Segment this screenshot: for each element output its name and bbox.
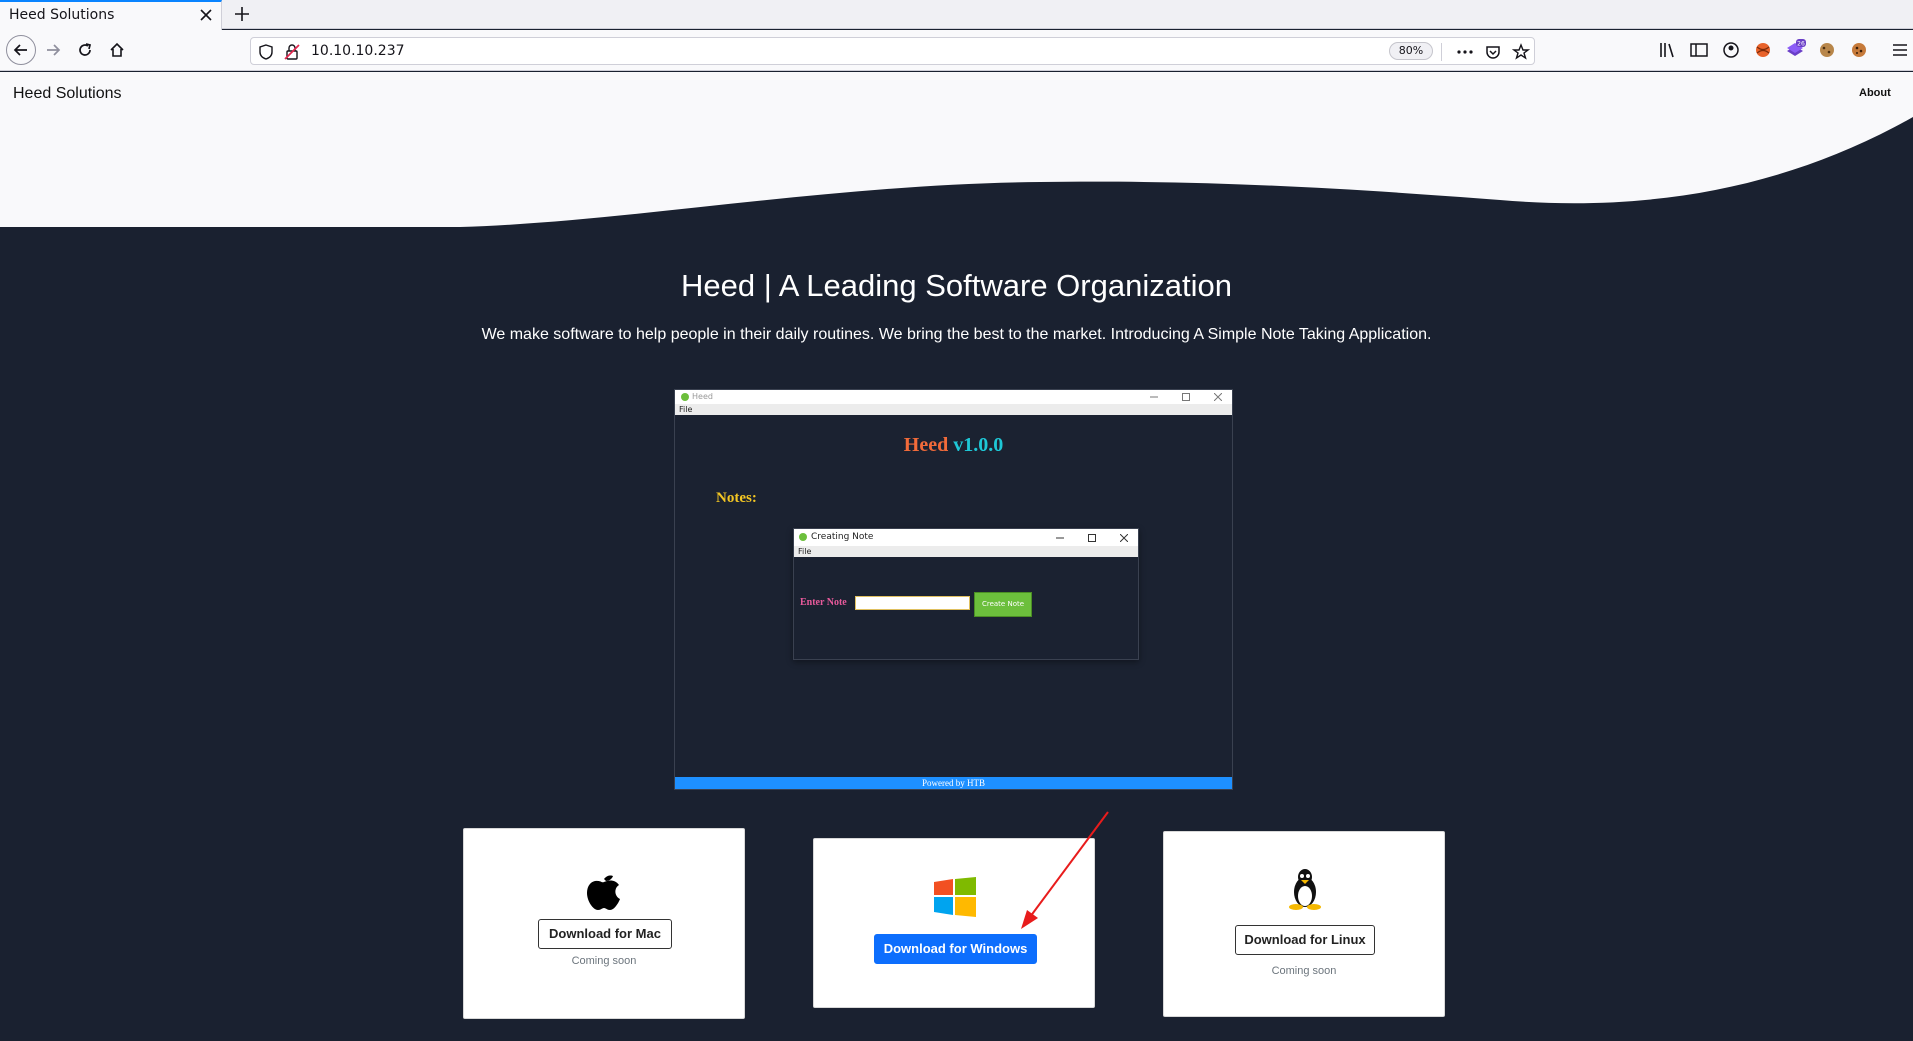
windows-download-card: Download for Windows: [813, 838, 1095, 1008]
note-input-preview: [855, 596, 970, 610]
create-note-button-preview: Create Note: [974, 592, 1032, 617]
reload-icon: [79, 43, 92, 56]
page-body: Heed Solutions About Heed | A Leading So…: [0, 72, 1913, 1041]
shield-icon[interactable]: [257, 43, 275, 61]
app-screenshot: Heed File Heed v1.0.0 Notes: Creating No…: [674, 389, 1233, 790]
app-logo-icon: [681, 393, 689, 401]
extension-ball-icon[interactable]: [1752, 39, 1774, 61]
address-bar[interactable]: 10.10.10.237 80%: [250, 37, 1535, 65]
linux-download-card: Download for Linux Coming soon: [1163, 831, 1445, 1017]
app-logo-icon: [799, 533, 807, 541]
tab-title: Heed Solutions: [9, 7, 115, 23]
dialog-menubar: File: [794, 546, 1138, 557]
mac-download-card: Download for Mac Coming soon: [463, 828, 745, 1019]
close-icon: [1214, 393, 1222, 401]
cookie-icon[interactable]: [1816, 39, 1838, 61]
app-window-title: Heed: [692, 392, 713, 401]
more-options-icon[interactable]: [1456, 43, 1474, 61]
app-footer: Powered by HTB: [675, 777, 1232, 789]
hamburger-menu-icon[interactable]: [1889, 39, 1911, 61]
app-heading: Heed v1.0.0: [675, 434, 1232, 457]
plus-icon[interactable]: [232, 4, 252, 24]
navigation-toolbar: 10.10.10.237 80% 26: [0, 30, 1913, 71]
hero-subtitle: We make software to help people in their…: [481, 326, 1432, 343]
extension-layers-icon[interactable]: 26: [1784, 39, 1806, 61]
dialog-title: Creating Note: [811, 532, 874, 542]
home-button[interactable]: [104, 37, 130, 63]
account-icon[interactable]: [1720, 39, 1742, 61]
app-heading-name: Heed: [903, 434, 949, 456]
forward-button[interactable]: [40, 37, 66, 63]
library-icon[interactable]: [1657, 39, 1679, 61]
enter-note-label: Enter Note: [800, 597, 847, 608]
url-text[interactable]: 10.10.10.237: [311, 43, 405, 59]
apple-logo-icon: [587, 875, 620, 910]
dialog-titlebar: Creating Note: [794, 529, 1138, 546]
cookie-editor-icon[interactable]: [1848, 39, 1870, 61]
app-menubar: File: [675, 404, 1232, 415]
arrow-right-icon: [47, 44, 61, 56]
minimize-icon: [1056, 537, 1064, 539]
divider: [1441, 43, 1442, 61]
app-notes-label: Notes:: [716, 490, 757, 506]
nav-about-link[interactable]: About: [1859, 87, 1891, 99]
bookmark-star-icon[interactable]: [1512, 43, 1530, 61]
minimize-icon: [1150, 396, 1158, 398]
app-titlebar: Heed: [675, 390, 1232, 404]
close-icon[interactable]: [198, 7, 214, 23]
sidebar-icon[interactable]: [1688, 39, 1710, 61]
close-icon: [1120, 534, 1128, 542]
pocket-icon[interactable]: [1484, 43, 1502, 61]
download-windows-button[interactable]: Download for Windows: [874, 934, 1037, 964]
browser-tab[interactable]: Heed Solutions: [0, 0, 222, 30]
maximize-icon: [1182, 393, 1190, 401]
windows-logo-icon: [934, 877, 976, 917]
extension-badge-count: 26: [1797, 41, 1805, 48]
linux-tux-icon: [1289, 869, 1321, 910]
app-menu-file: File: [679, 405, 693, 414]
reload-button[interactable]: [72, 37, 98, 63]
maximize-icon: [1088, 534, 1096, 542]
app-heading-version: v1.0.0: [953, 434, 1004, 456]
mac-coming-soon: Coming soon: [571, 955, 637, 967]
linux-coming-soon: Coming soon: [1271, 965, 1337, 977]
site-brand[interactable]: Heed Solutions: [13, 85, 122, 103]
home-icon: [110, 42, 124, 57]
arrow-left-icon: [13, 44, 27, 56]
download-mac-button[interactable]: Download for Mac: [538, 919, 672, 949]
download-linux-button[interactable]: Download for Linux: [1235, 925, 1375, 955]
insecure-lock-icon[interactable]: [283, 43, 301, 61]
create-note-dialog: Creating Note File Enter Note Create Not…: [793, 528, 1139, 660]
dialog-menu-file: File: [798, 547, 812, 556]
zoom-indicator[interactable]: 80%: [1389, 42, 1433, 60]
back-button[interactable]: [6, 35, 36, 65]
tab-strip: Heed Solutions: [0, 0, 1913, 30]
hero-title: Heed | A Leading Software Organization: [681, 268, 1232, 303]
